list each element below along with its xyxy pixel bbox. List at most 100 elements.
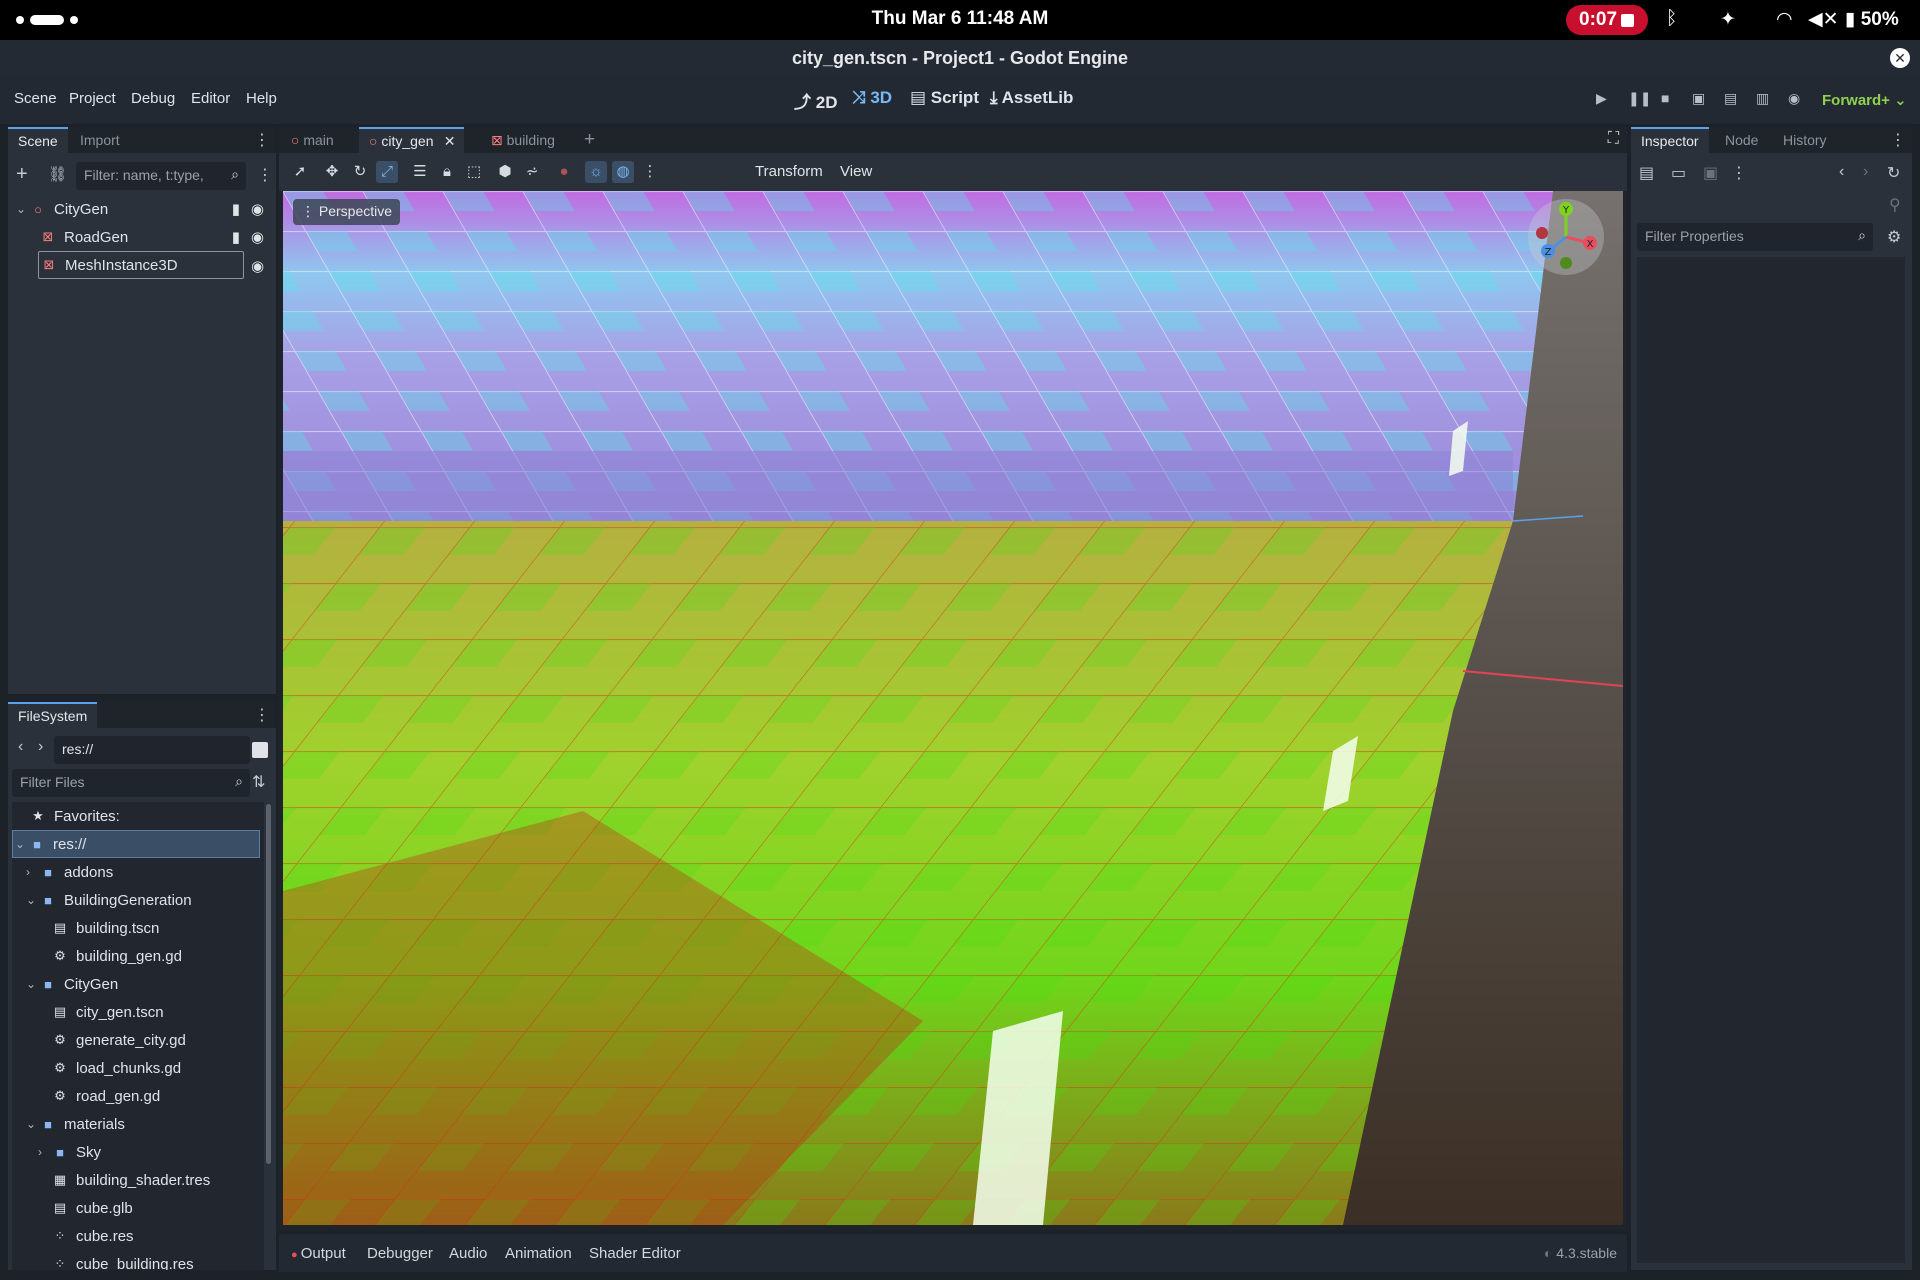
remote-debug-icon[interactable]: ▣: [1692, 90, 1705, 107]
file-item[interactable]: ⁘ cube.res: [12, 1222, 264, 1250]
toolbar-menu-icon[interactable]: ⋮: [639, 161, 661, 183]
visibility-eye-icon[interactable]: ◉: [251, 257, 264, 275]
tab-shader-editor[interactable]: Shader Editor: [589, 1245, 681, 1262]
tab-output[interactable]: ● Output: [291, 1245, 346, 1262]
history-back-icon[interactable]: ‹: [1839, 163, 1844, 181]
file-tree-scrollbar[interactable]: [266, 804, 271, 1164]
chevron-right-icon[interactable]: ›: [26, 865, 38, 879]
tab-city-gen[interactable]: ○ city_gen ✕: [359, 127, 464, 153]
new-resource-icon[interactable]: ▤: [1639, 163, 1654, 183]
select-tool-icon[interactable]: ➚: [289, 161, 311, 183]
tab-animation[interactable]: Animation: [505, 1245, 572, 1262]
tree-node-meshinstance3d[interactable]: ⊠ MeshInstance3D: [38, 251, 244, 279]
file-item[interactable]: ⌄ ■ materials: [12, 1110, 264, 1138]
menu-project[interactable]: Project: [69, 90, 116, 107]
object-history-icon[interactable]: ↻: [1887, 163, 1900, 183]
move-tool-icon[interactable]: ✥: [321, 161, 343, 183]
workspace-3d[interactable]: ⤨ 3D: [852, 88, 892, 108]
environment-preview-icon[interactable]: ◍: [612, 161, 634, 183]
load-resource-icon[interactable]: ▭: [1671, 163, 1686, 183]
file-item[interactable]: ⚙ building_gen.gd: [12, 942, 264, 970]
sun-preview-icon[interactable]: ☼: [585, 161, 607, 183]
dock-menu-icon[interactable]: ⋮: [254, 130, 270, 150]
file-item[interactable]: ⌄ ■ CityGen: [12, 970, 264, 998]
play-icon[interactable]: ▶: [1596, 90, 1607, 107]
tree-node-citygen[interactable]: ⌄ ○ CityGen ▮ ◉: [8, 195, 276, 223]
tab-node[interactable]: Node: [1715, 127, 1768, 153]
history-forward-icon[interactable]: ›: [1863, 163, 1868, 181]
add-node-icon[interactable]: +: [16, 163, 28, 186]
sort-icon[interactable]: ⇅: [252, 772, 265, 792]
instance-scene-icon[interactable]: ⛓: [48, 165, 67, 183]
play-custom-scene-icon[interactable]: ▥: [1756, 90, 1769, 107]
tab-audio[interactable]: Audio: [449, 1245, 487, 1262]
lock-icon[interactable]: 🔒︎: [436, 161, 458, 183]
file-item[interactable]: ⁘ cube_building.res: [12, 1250, 264, 1271]
filter-properties-input[interactable]: Filter Properties ⌕: [1637, 223, 1873, 251]
menu-help[interactable]: Help: [246, 90, 277, 107]
menu-scene[interactable]: Scene: [14, 90, 57, 107]
scale-tool-icon[interactable]: ⤢: [376, 161, 398, 183]
add-tab-icon[interactable]: +: [584, 129, 595, 151]
rotate-tool-icon[interactable]: ↻: [349, 161, 371, 183]
menu-debug[interactable]: Debug: [131, 90, 175, 107]
transform-menu[interactable]: Transform: [755, 163, 823, 180]
file-item[interactable]: ▦ building_shader.tres: [12, 1166, 264, 1194]
movie-maker-icon[interactable]: ◉: [1788, 90, 1800, 107]
tab-filesystem[interactable]: FileSystem: [8, 702, 98, 728]
chevron-down-icon[interactable]: ⌄: [16, 202, 28, 216]
chevron-down-icon[interactable]: ⌄: [15, 837, 27, 851]
forward-icon[interactable]: ›: [38, 738, 43, 756]
pause-icon[interactable]: ❚❚: [1628, 90, 1651, 107]
tab-building[interactable]: ⊠ building: [481, 127, 565, 153]
distraction-free-icon[interactable]: ⛶: [1608, 130, 1619, 148]
script-attached-icon[interactable]: ▮: [232, 228, 240, 246]
file-item[interactable]: ⌄ ■ res://: [12, 830, 260, 858]
script-attached-icon[interactable]: ▮: [232, 200, 240, 218]
visibility-eye-icon[interactable]: ◉: [251, 228, 264, 246]
list-select-icon[interactable]: ☰: [409, 161, 431, 183]
workspace-2d[interactable]: ⤴ 2D: [794, 88, 837, 113]
renderer-select[interactable]: Forward+ ⌄: [1822, 91, 1907, 109]
stop-icon[interactable]: ■: [1661, 90, 1669, 106]
file-item[interactable]: ▤ building.tscn: [12, 914, 264, 942]
view-menu[interactable]: View: [840, 163, 872, 180]
dock-menu-icon[interactable]: ⋮: [1890, 130, 1906, 150]
filter-files-input[interactable]: Filter Files ⌕: [12, 769, 250, 797]
scene-options-icon[interactable]: ⋮: [257, 165, 273, 185]
close-tab-icon[interactable]: ✕: [444, 133, 456, 150]
resource-menu-icon[interactable]: ⋮: [1731, 163, 1747, 183]
file-item[interactable]: ⚙ road_gen.gd: [12, 1082, 264, 1110]
visibility-eye-icon[interactable]: ◉: [251, 200, 264, 218]
chevron-down-icon[interactable]: ⌄: [26, 1117, 38, 1131]
tree-node-roadgen[interactable]: ⊠ RoadGen ▮ ◉: [8, 223, 276, 251]
camera-preview-icon[interactable]: ●: [553, 161, 575, 183]
scene-filter-input[interactable]: Filter: name, t:type, ⌕: [76, 162, 246, 190]
file-item[interactable]: ⚙ generate_city.gd: [12, 1026, 264, 1054]
screen-recording-indicator[interactable]: 0:07: [1566, 5, 1648, 35]
workspace-script[interactable]: ▤ Script: [910, 88, 979, 108]
file-item[interactable]: › ■ Sky: [12, 1138, 264, 1166]
chevron-down-icon[interactable]: ⌄: [26, 893, 38, 907]
tab-import[interactable]: Import: [70, 127, 130, 153]
tab-main[interactable]: ○ main: [281, 127, 344, 153]
file-item[interactable]: ▤ city_gen.tscn: [12, 998, 264, 1026]
pin-icon[interactable]: ⚲: [1889, 195, 1901, 215]
play-scene-icon[interactable]: ▤: [1724, 90, 1737, 107]
tab-history[interactable]: History: [1773, 127, 1837, 153]
menu-editor[interactable]: Editor: [191, 90, 230, 107]
split-mode-icon[interactable]: [252, 742, 268, 758]
back-icon[interactable]: ‹: [18, 738, 23, 756]
path-input[interactable]: res://: [54, 736, 250, 764]
group-icon[interactable]: ⬚: [463, 161, 485, 183]
tab-inspector[interactable]: Inspector: [1631, 127, 1709, 153]
dock-menu-icon[interactable]: ⋮: [254, 705, 270, 725]
workspace-assetlib[interactable]: ⤓ AssetLib: [990, 88, 1073, 108]
chevron-right-icon[interactable]: ›: [38, 1145, 50, 1159]
file-item[interactable]: › ■ addons: [12, 858, 264, 886]
file-item[interactable]: ⚙ load_chunks.gd: [12, 1054, 264, 1082]
3d-viewport[interactable]: ⋮ Perspective Y X Z: [283, 191, 1623, 1225]
chevron-down-icon[interactable]: ⌄: [26, 977, 38, 991]
file-item[interactable]: ⌄ ■ BuildingGeneration: [12, 886, 264, 914]
save-resource-icon[interactable]: ▣: [1703, 163, 1718, 183]
